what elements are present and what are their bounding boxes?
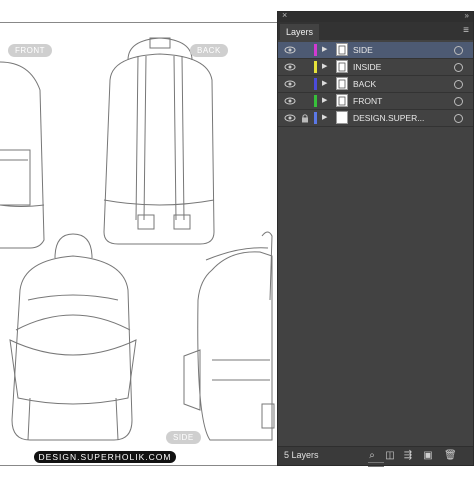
expand-triangle-icon[interactable]: ▶ [322,111,327,125]
expand-triangle-icon[interactable]: ▶ [322,43,327,57]
lock-icon[interactable] [300,113,310,123]
footer-url-badge: DESIGN.SUPERHOLIK.COM [34,451,176,463]
layer-name[interactable]: FRONT [353,93,382,109]
visibility-eye-icon[interactable] [284,79,296,89]
layer-color-swatch [314,44,317,56]
visibility-eye-icon[interactable] [284,62,296,72]
locate-object-icon[interactable]: ⌕ [366,450,378,462]
layer-thumbnail [336,43,348,56]
layer-name[interactable]: SIDE [353,42,373,58]
back-backpack-drawing [103,37,215,245]
visibility-eye-icon[interactable] [284,96,296,106]
layer-row-design-super[interactable]: ▶ DESIGN.SUPER... [278,110,473,127]
create-sublayer-icon[interactable]: ⇶ [402,450,414,462]
layer-thumbnail [336,111,348,124]
expand-triangle-icon[interactable]: ▶ [322,94,327,108]
layers-panel: × » Layers ≡ ▶ SIDE ▶ INSIDE ▶ BACK ▶ FR… [277,10,474,467]
layer-row-back[interactable]: ▶ BACK [278,76,473,93]
layer-row-inside[interactable]: ▶ INSIDE [278,59,473,76]
layer-thumbnail [336,77,348,90]
layer-thumbnail [336,60,348,73]
resize-grip[interactable] [368,462,384,467]
delete-icon[interactable]: 🗑 [444,450,457,462]
expand-triangle-icon[interactable]: ▶ [322,77,327,91]
target-circle-icon[interactable] [454,97,463,106]
layer-row-side[interactable]: ▶ SIDE [278,42,473,59]
layers-list: ▶ SIDE ▶ INSIDE ▶ BACK ▶ FRONT ▶ DESIGN.… [278,42,473,127]
layer-name[interactable]: INSIDE [353,59,381,75]
panel-footer: 5 Layers ⌕ ◫ ⇶ ▣ 🗑 [278,446,473,467]
layer-name[interactable]: BACK [353,76,376,92]
target-circle-icon[interactable] [454,63,463,72]
front-view-label: FRONT [8,44,53,57]
expand-triangle-icon[interactable]: ▶ [322,60,327,74]
visibility-eye-icon[interactable] [284,113,296,123]
layer-thumbnail [336,94,348,107]
inside-backpack-drawing [9,233,137,441]
target-circle-icon[interactable] [454,114,463,123]
front-backpack-drawing [0,61,45,249]
create-new-layer-icon[interactable]: ▣ [422,450,434,462]
tab-layers[interactable]: Layers [280,24,320,40]
panel-tabbar: Layers ≡ [278,22,473,40]
side-backpack-drawing [183,231,275,441]
layer-name[interactable]: DESIGN.SUPER... [353,110,424,126]
back-view-label: BACK [190,44,228,57]
layer-color-swatch [314,61,317,73]
layer-row-front[interactable]: ▶ FRONT [278,93,473,110]
layer-color-swatch [314,78,317,90]
layer-color-swatch [314,112,317,124]
layer-color-swatch [314,95,317,107]
target-circle-icon[interactable] [454,46,463,55]
close-icon[interactable]: × [282,10,287,20]
make-clipping-mask-icon[interactable]: ◫ [384,450,396,462]
target-circle-icon[interactable] [454,80,463,89]
side-view-label: SIDE [166,431,201,444]
panel-menu-icon[interactable]: ≡ [463,25,469,37]
layer-count: 5 Layers [284,450,319,460]
collapse-icon[interactable]: » [465,11,469,20]
panel-titlebar[interactable]: × » [278,10,473,22]
visibility-eye-icon[interactable] [284,45,296,55]
